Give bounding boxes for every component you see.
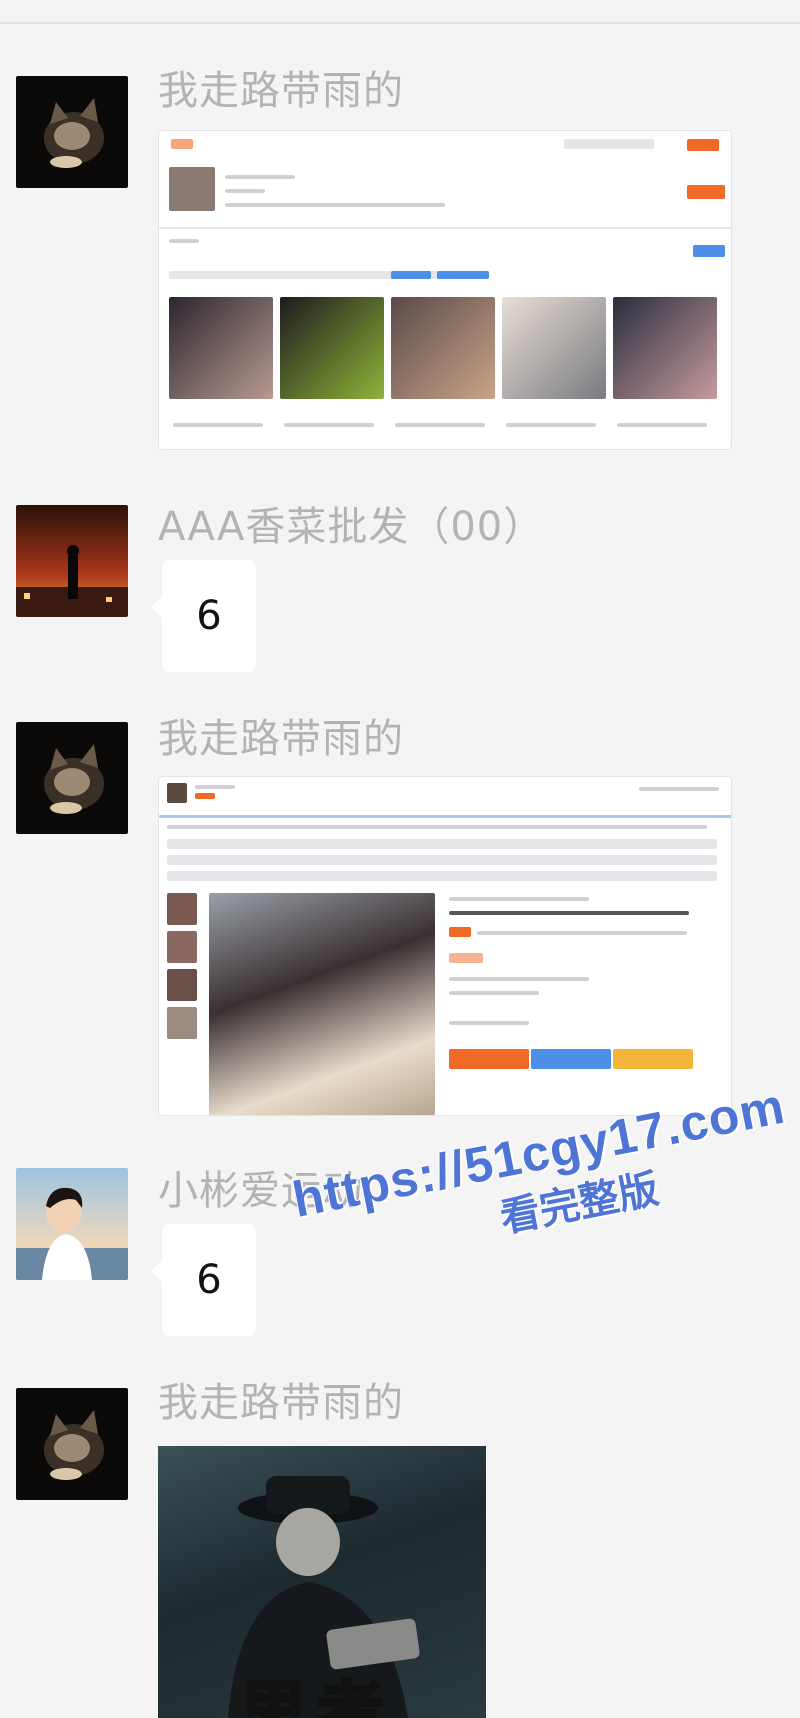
screenshot-filter-pill <box>391 271 431 279</box>
cat-avatar-icon <box>16 76 128 188</box>
screenshot-follow-button <box>687 185 725 199</box>
screenshot-category-row <box>167 839 717 849</box>
screenshot-blue-button <box>693 245 725 257</box>
screenshot-thumbnail <box>167 893 197 925</box>
screenshot-thumbnail <box>167 1007 197 1039</box>
screenshot-badge <box>195 793 215 799</box>
sender-name: 我走路带雨的 <box>158 1380 404 1426</box>
screenshot-price <box>449 953 483 963</box>
top-divider <box>0 22 800 24</box>
screenshot-text <box>449 991 539 995</box>
screenshot-text <box>167 825 707 829</box>
screenshot-photo <box>391 297 495 399</box>
message-bubble[interactable]: 6 <box>151 1224 256 1336</box>
sender-name: 我走路带雨的 <box>158 716 404 762</box>
avatar[interactable] <box>16 1168 128 1280</box>
avatar[interactable] <box>16 722 128 834</box>
screenshot-caption <box>173 423 263 427</box>
screenshot-buy-button <box>449 1049 529 1069</box>
screenshot-caption <box>617 423 707 427</box>
screenshot-tag <box>449 927 471 937</box>
screenshot-caption <box>284 423 374 427</box>
screenshot-caption <box>506 423 596 427</box>
screenshot-search <box>564 139 654 149</box>
screenshot-text <box>477 931 687 935</box>
screenshot-filter-pill <box>437 271 489 279</box>
sender-name: 我走路带雨的 <box>158 68 404 114</box>
screenshot-photo <box>502 297 606 399</box>
screenshot-profile-photo <box>169 167 215 211</box>
avatar[interactable] <box>16 1388 128 1500</box>
screenshot-text <box>225 175 295 179</box>
screenshot-text <box>449 897 589 901</box>
screenshot-title <box>449 911 689 915</box>
screenshot-cart-button <box>531 1049 611 1069</box>
cat-avatar-icon <box>16 1388 128 1500</box>
night-city-avatar-icon <box>16 505 128 617</box>
screenshot-text <box>449 1021 529 1025</box>
screenshot-photo <box>169 297 273 399</box>
screenshot-collect-button <box>613 1049 693 1069</box>
gif-sticker[interactable]: 思考 <box>158 1446 486 1718</box>
boy-avatar-icon <box>16 1168 128 1280</box>
cat-avatar-icon <box>16 722 128 834</box>
avatar[interactable] <box>16 76 128 188</box>
shared-screenshot-image[interactable] <box>158 130 732 450</box>
screenshot-text <box>639 787 719 791</box>
screenshot-divider <box>159 815 731 818</box>
screenshot-shop-avatar <box>167 783 187 803</box>
screenshot-thumbnail <box>167 969 197 1001</box>
screenshot-text <box>225 203 445 207</box>
screenshot-category-row <box>167 855 717 865</box>
sender-name: AAA香菜批发（00） <box>158 504 545 550</box>
screenshot-photo <box>613 297 717 399</box>
screenshot-button <box>687 139 719 151</box>
screenshot-text <box>195 785 235 789</box>
gif-caption: 思考 <box>238 1674 393 1718</box>
screenshot-logo <box>171 139 193 149</box>
message-bubble[interactable]: 6 <box>151 560 256 672</box>
screenshot-divider <box>159 227 731 229</box>
screenshot-photo <box>280 297 384 399</box>
screenshot-main-photo <box>209 893 435 1115</box>
screenshot-tab <box>169 239 199 243</box>
shared-screenshot-image[interactable] <box>158 776 732 1116</box>
screenshot-category-row <box>167 871 717 881</box>
screenshot-text <box>225 189 265 193</box>
screenshot-thumbnail <box>167 931 197 963</box>
screenshot-text <box>449 977 589 981</box>
avatar[interactable] <box>16 505 128 617</box>
screenshot-caption <box>395 423 485 427</box>
